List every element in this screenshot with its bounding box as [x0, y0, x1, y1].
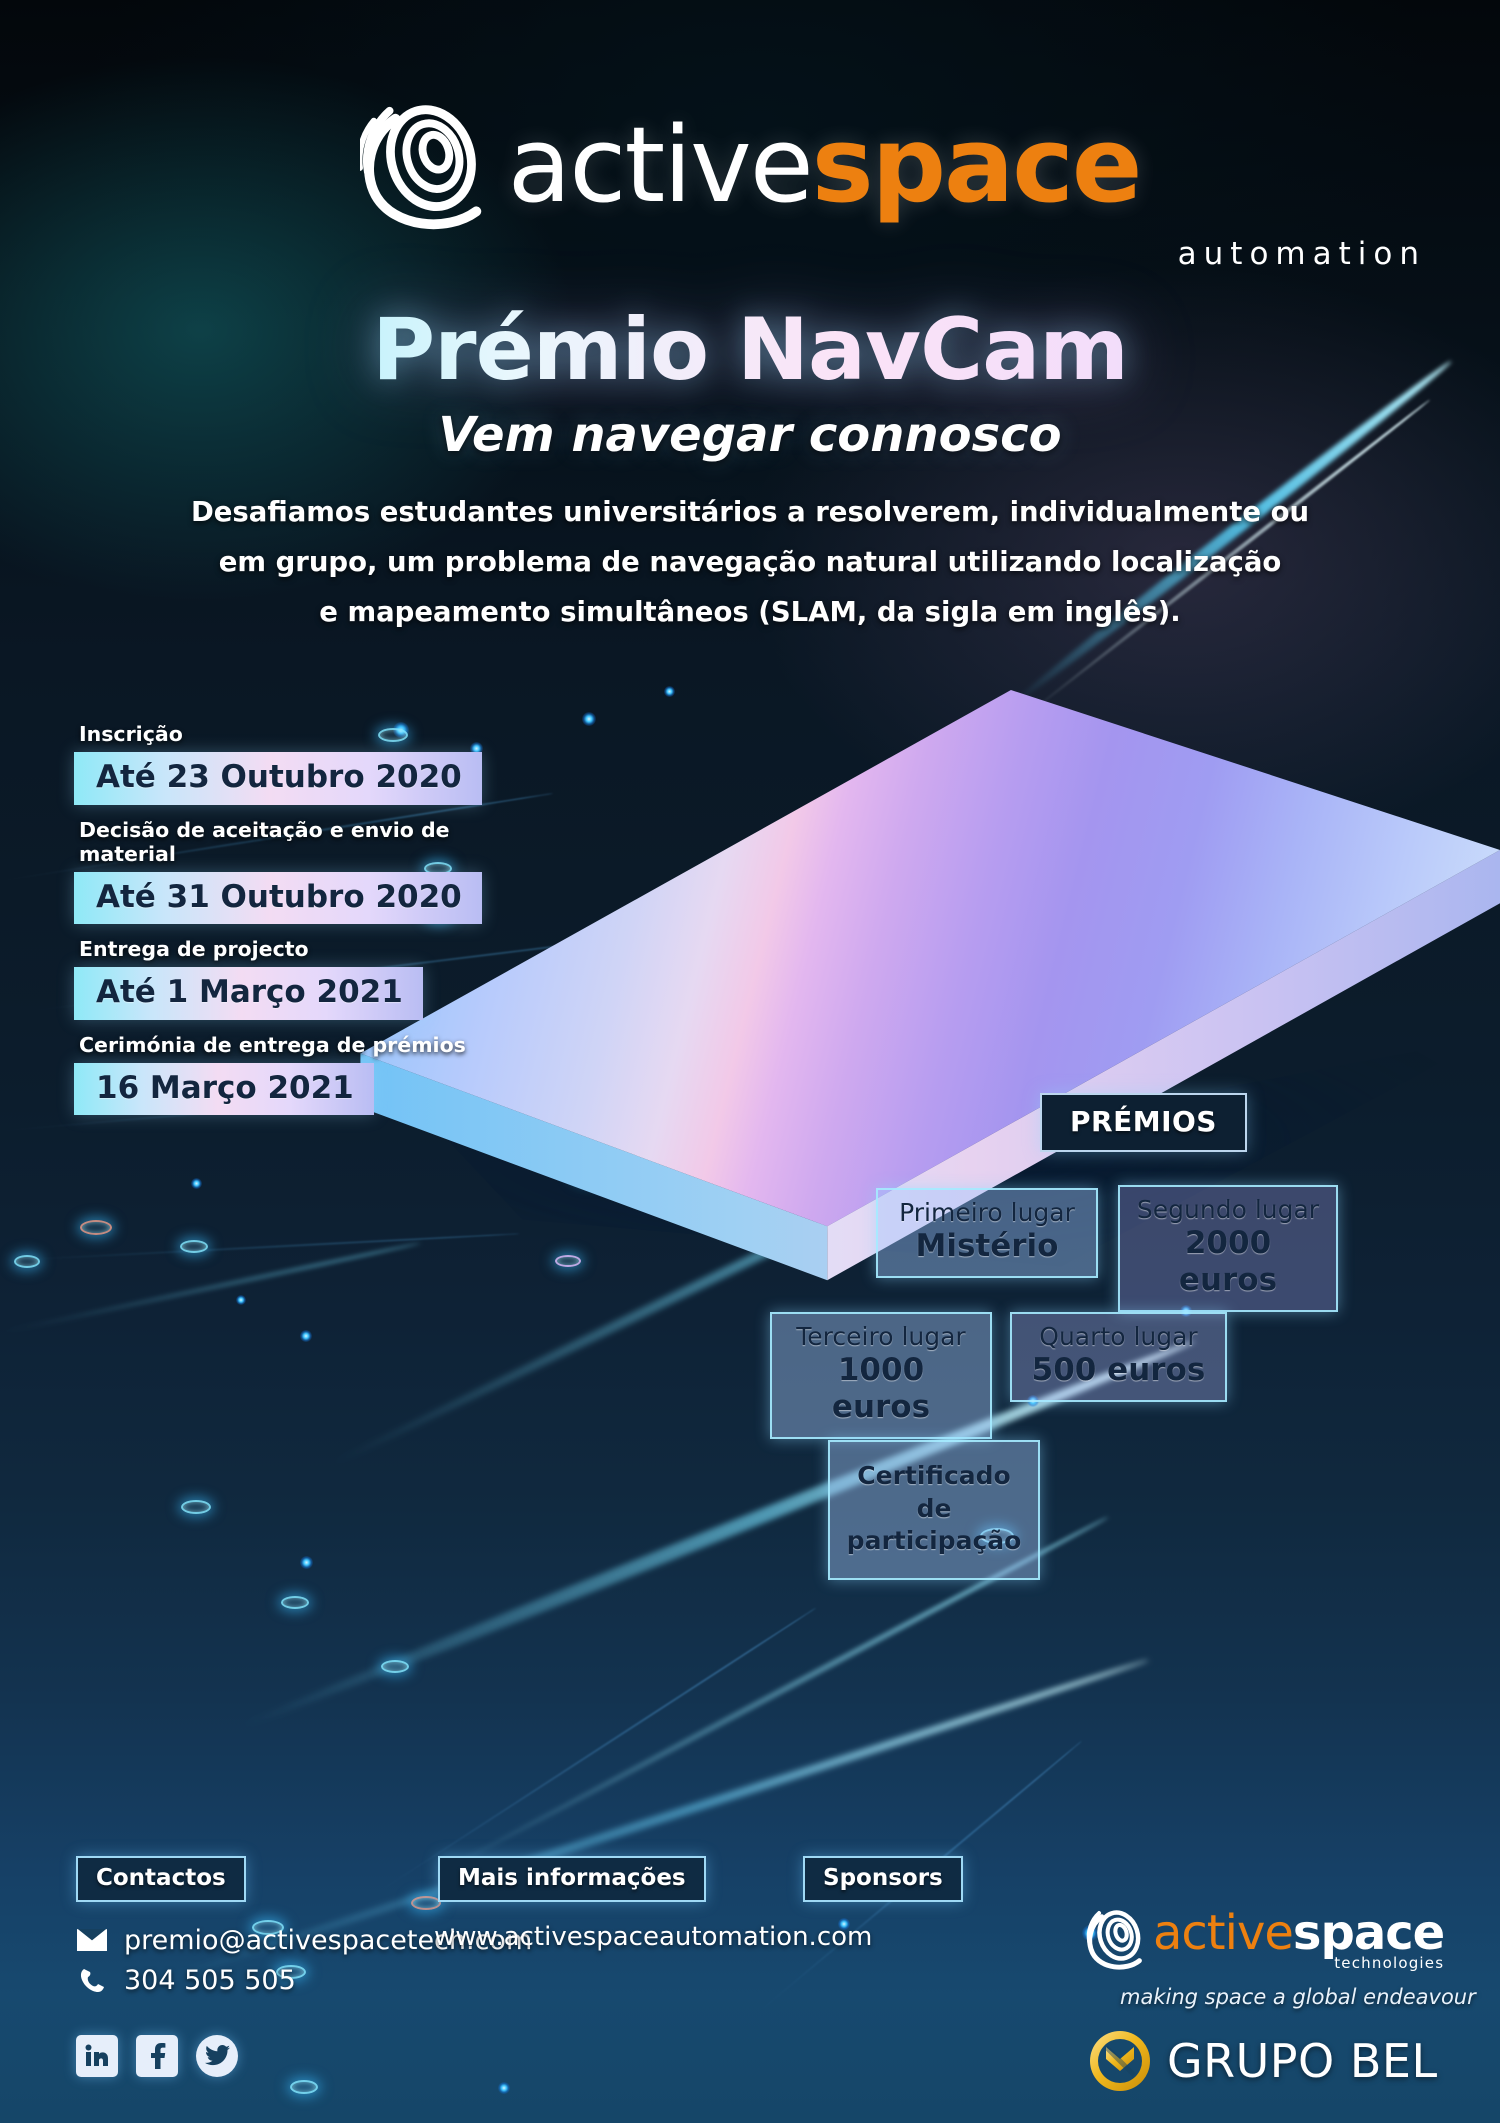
intro-line-3: e mapeamento simultâneos (SLAM, da sigla… [319, 596, 1181, 629]
schedule-item-date: 16 Março 2021 [74, 1062, 374, 1116]
sponsor-wordmark: activespace [1153, 1909, 1445, 1957]
schedule-list: Inscrição Até 23 Outubro 2020 Decisão de a… [74, 722, 494, 1128]
social-links [76, 2035, 238, 2077]
prize-place-label: Segundo lugar [1136, 1195, 1320, 1224]
sponsor-grupo-bel-logo: GRUPO BEL [1087, 2028, 1438, 2094]
prize-box-certificate: Certificado de participação [828, 1440, 1040, 1580]
schedule-item-date: Até 1 Março 2021 [74, 967, 423, 1020]
contacts-heading: Contactos [76, 1856, 246, 1902]
halo-ring [281, 1596, 309, 1609]
contact-phone-row[interactable]: 304 505 505 [76, 1960, 532, 2000]
sponsor-activespace-technologies-logo: activespace technologies [1085, 1905, 1445, 1975]
bokeh-dot [498, 2082, 510, 2094]
intro-line-2: em grupo, um problema de navegação natur… [218, 546, 1282, 579]
page-title: Prémio NavCam [0, 300, 1500, 400]
facebook-icon[interactable] [136, 2035, 178, 2077]
activespace-swirl-icon [1086, 1910, 1142, 1970]
logo-word-space: space [811, 104, 1143, 226]
prize-box-first: Primeiro lugar Mistério [876, 1188, 1098, 1279]
prize-box-third: Terceiro lugar 1000 euros [770, 1312, 992, 1440]
sponsors-heading: Sponsors [803, 1856, 963, 1902]
linkedin-icon[interactable] [76, 2035, 118, 2077]
prize-value-label: Mistério [915, 1228, 1059, 1264]
page-subtitle: Vem navegar connosco [438, 407, 1062, 463]
schedule-item-label: Entrega de projecto [79, 937, 309, 962]
intro-paragraph: Desafiamos estudantes universitários a r… [130, 487, 1370, 637]
schedule-item: Decisão de aceitação e envio de material… [74, 818, 494, 925]
more-info-heading: Mais informações [438, 1856, 706, 1902]
twitter-icon[interactable] [196, 2035, 238, 2077]
prize-place-label: Primeiro lugar [899, 1198, 1075, 1227]
prize-place-label: Quarto lugar [1039, 1322, 1198, 1351]
bokeh-dot [300, 1330, 312, 1342]
halo-ring [180, 1240, 208, 1253]
activespace-swirl-icon [359, 105, 481, 230]
schedule-item: Inscrição Até 23 Outubro 2020 [74, 722, 494, 805]
halo-ring [181, 1500, 211, 1514]
activespace-automation-logo: activespace automation [0, 88, 1500, 272]
sponsor-word-space: space [1292, 1904, 1445, 1961]
schedule-item-label: Cerimónia de entrega de prémios [79, 1032, 466, 1057]
prize-value-label: 500 euros [1031, 1352, 1206, 1388]
phone-icon [76, 1967, 108, 1993]
schedule-item: Cerimónia de entrega de prémios 16 Março … [74, 1033, 494, 1116]
certificate-line-1: Certificado de [857, 1461, 1011, 1523]
bokeh-dot [300, 1556, 313, 1569]
halo-ring [381, 1660, 409, 1673]
logo-word-active: active [507, 104, 814, 226]
halo-ring [14, 1255, 40, 1268]
bokeh-dot [236, 1295, 246, 1305]
prize-place-label: Terceiro lugar [796, 1322, 966, 1351]
certificate-line-2: participação [846, 1526, 1022, 1555]
bokeh-dot [191, 1178, 202, 1189]
envelope-icon [76, 1929, 108, 1951]
prizes-heading: PRÉMIOS [1040, 1093, 1247, 1152]
network-line [379, 1606, 817, 1892]
prize-box-fourth: Quarto lugar 500 euros [1010, 1312, 1227, 1403]
intro-line-1: Desafiamos estudantes universitários a r… [190, 496, 1310, 528]
sponsor-tagline: making space a global endeavour [1120, 1985, 1476, 2009]
website-url[interactable]: www.activespaceautomation.com [434, 1922, 872, 1952]
halo-ring [80, 1220, 112, 1235]
halo-ring [411, 1896, 441, 1910]
halo-ring [290, 2080, 318, 2094]
sponsor-word-active: active [1153, 1904, 1294, 1961]
grupo-bel-emblem-icon [1090, 2031, 1150, 2091]
schedule-item-date: Até 31 Outubro 2020 [74, 871, 482, 925]
prize-value-label: 2000 euros [1178, 1225, 1278, 1299]
prize-box-second: Segundo lugar 2000 euros [1118, 1185, 1338, 1313]
schedule-item-date: Até 23 Outubro 2020 [74, 752, 482, 805]
poster-canvas: activespace automation Prémio NavCam Vem… [0, 0, 1500, 2123]
contact-phone-text: 304 505 505 [124, 1964, 296, 1996]
schedule-item: Entrega de projecto Até 1 Março 2021 [74, 937, 494, 1020]
schedule-item-label: Inscrição [79, 722, 183, 746]
sponsor-grupo-bel-text: GRUPO BEL [1167, 2034, 1438, 2088]
logo-subtitle: automation [1177, 236, 1426, 272]
schedule-item-label: Decisão de aceitação e envio de material [79, 817, 450, 866]
prize-value-label: 1000 euros [831, 1352, 931, 1426]
logo-wordmark: activespace [508, 113, 1143, 217]
